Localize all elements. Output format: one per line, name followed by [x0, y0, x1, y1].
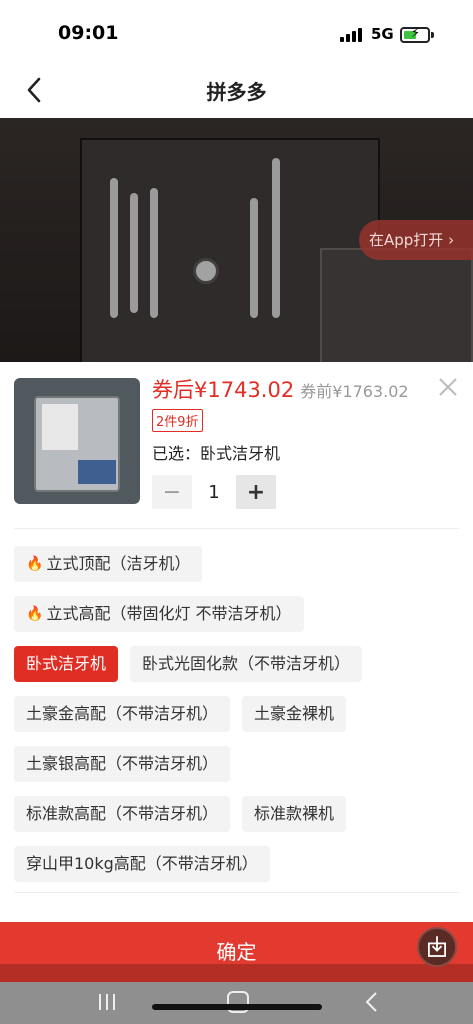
price-after-coupon: 券后¥1743.02: [152, 378, 295, 402]
variant-options: 🔥 立式顶配（洁牙机） 🔥 立式高配（带固化灯 不带洁牙机） 卧式洁牙机 卧式光固化…: [14, 546, 459, 896]
option-item[interactable]: 穿山甲10kg高配（不带洁牙机）: [14, 846, 270, 882]
option-item[interactable]: 土豪银高配（不带洁牙机）: [14, 746, 231, 782]
divider: [14, 528, 459, 529]
divider: [14, 892, 459, 893]
fire-icon: 🔥: [26, 606, 44, 622]
download-icon[interactable]: [417, 927, 457, 967]
recent-apps-icon[interactable]: [96, 992, 118, 1012]
option-item[interactable]: 土豪金裸机: [242, 696, 347, 732]
product-image: 在App打开 ›: [0, 118, 473, 370]
fire-icon: 🔥: [26, 556, 44, 572]
status-bar: 09:01 5G ⚡: [0, 0, 473, 64]
battery-tip: [431, 32, 434, 38]
decrease-quantity-button[interactable]: −: [152, 475, 192, 509]
option-item[interactable]: 🔥 立式高配（带固化灯 不带洁牙机）: [14, 596, 304, 632]
option-item[interactable]: 🔥 立式顶配（洁牙机）: [14, 546, 203, 582]
signal-icon: [340, 28, 362, 42]
confirm-shadow: [0, 964, 473, 982]
product-thumbnail[interactable]: [14, 378, 140, 504]
open-in-app-button[interactable]: 在App打开 ›: [359, 220, 473, 260]
home-indicator[interactable]: [152, 1004, 322, 1010]
price-line: 券后¥1743.02 券前¥1763.02: [152, 374, 409, 404]
page-title: 拼多多: [206, 80, 267, 104]
battery-icon: ⚡: [400, 26, 430, 43]
close-icon[interactable]: [437, 376, 459, 398]
option-item[interactable]: 卧式光固化款（不带洁牙机）: [130, 646, 363, 682]
chevron-right-icon: ›: [448, 231, 455, 249]
option-item[interactable]: 标准款高配（不带洁牙机）: [14, 796, 231, 832]
quantity-stepper: − 1 +: [152, 475, 276, 509]
system-nav-bar: [0, 982, 473, 1024]
nav-bar: 拼多多: [0, 64, 473, 118]
option-item[interactable]: 土豪金高配（不带洁牙机）: [14, 696, 231, 732]
increase-quantity-button[interactable]: +: [236, 475, 276, 509]
network-label: 5G: [371, 25, 394, 43]
selected-variant: 已选：卧式洁牙机: [152, 444, 281, 463]
price-before-coupon: 券前¥1763.02: [300, 382, 409, 401]
system-back-icon[interactable]: [360, 990, 384, 1014]
quantity-value: 1: [208, 481, 220, 503]
promo-badge: 2件9折: [152, 409, 203, 432]
option-item-selected[interactable]: 卧式洁牙机: [14, 646, 119, 682]
option-item[interactable]: 标准款裸机: [242, 796, 347, 832]
sku-sheet: 券后¥1743.02 券前¥1763.02 2件9折 已选：卧式洁牙机 − 1 …: [0, 362, 473, 922]
status-time: 09:01: [58, 22, 119, 44]
